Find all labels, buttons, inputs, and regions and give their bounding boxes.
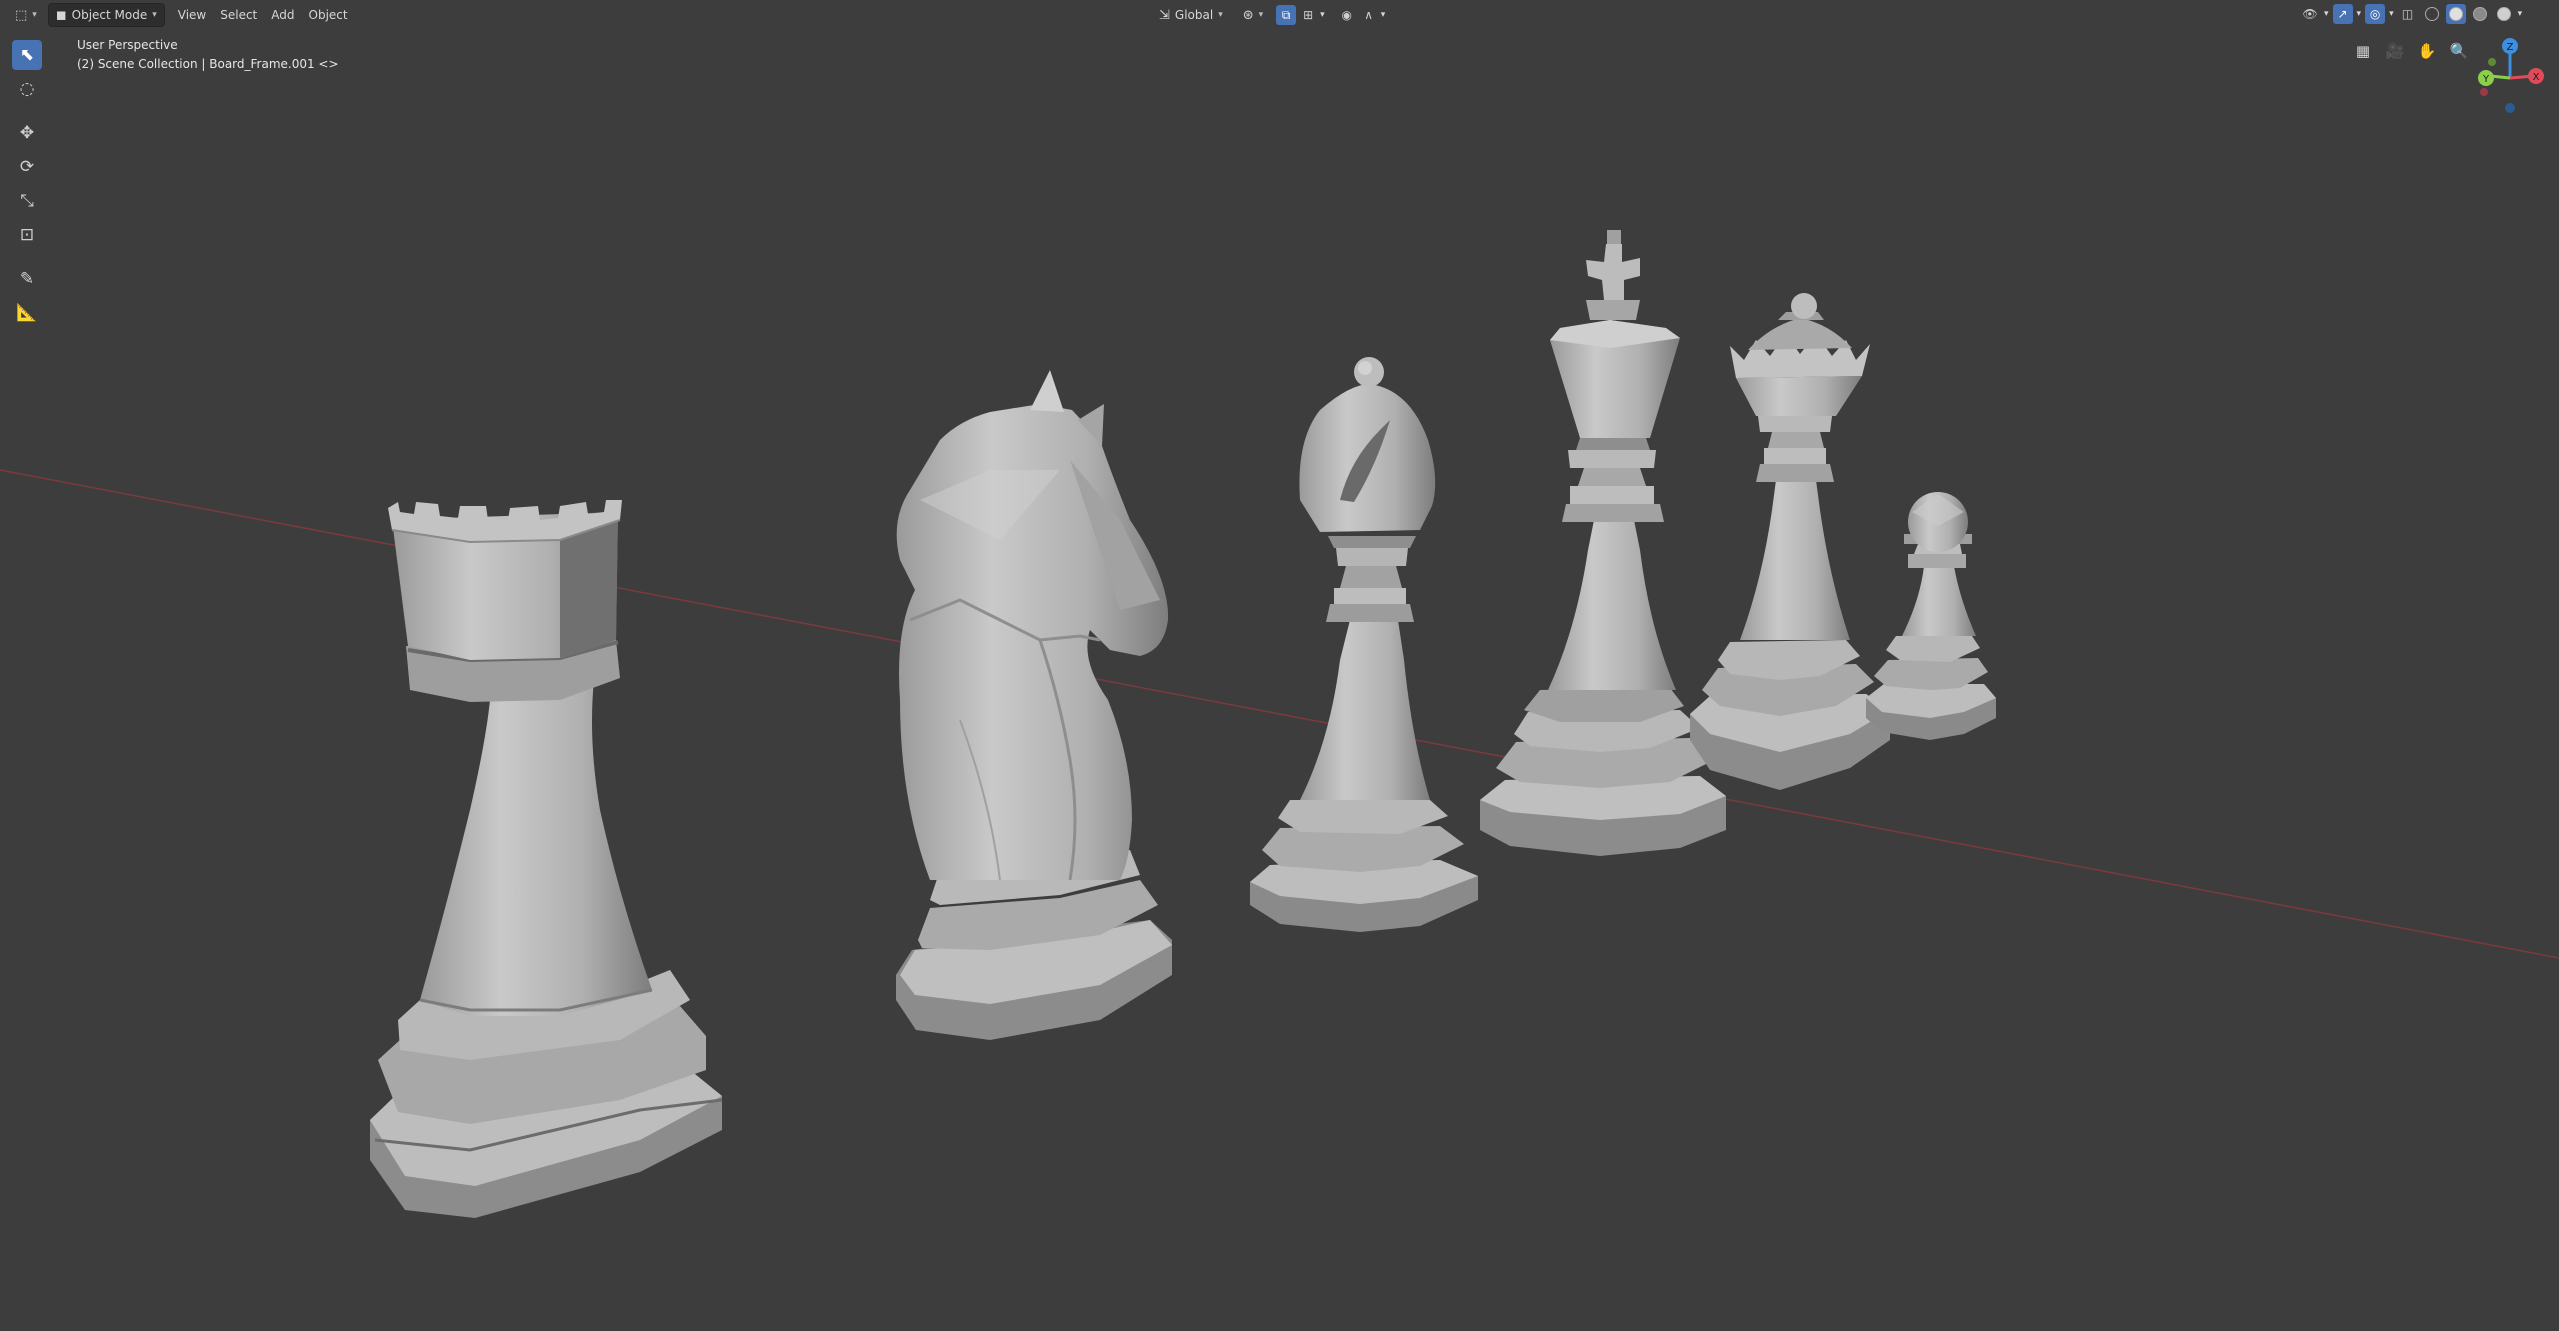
- z-axis-label: Z: [2507, 42, 2514, 53]
- x-axis-label: X: [2533, 72, 2540, 83]
- chevron-down-icon[interactable]: ▾: [1381, 10, 1386, 20]
- orientation-icon: ⇲: [1159, 7, 1170, 23]
- menu-view[interactable]: View: [171, 4, 213, 26]
- pivot-point-dropdown[interactable]: ⊛ ▾: [1236, 4, 1270, 26]
- bishop-piece[interactable]: [1250, 357, 1478, 932]
- chevron-down-icon[interactable]: ▾: [2518, 9, 2523, 19]
- shading-solid-icon[interactable]: [2445, 4, 2466, 24]
- hand-pan-icon[interactable]: ✋: [2414, 38, 2440, 64]
- queen-piece[interactable]: [1690, 293, 1890, 790]
- proportional-edit-group: ◉ ∧ ▾: [1337, 5, 1386, 25]
- move-icon[interactable]: ✥: [12, 118, 42, 148]
- snap-group: ⧉ ⊞ ▾: [1276, 5, 1325, 25]
- chevron-down-icon[interactable]: ▾: [1320, 10, 1325, 20]
- rook-piece[interactable]: [370, 500, 723, 1218]
- snap-target-icon[interactable]: ⊞: [1298, 5, 1318, 25]
- header-right-group: 👁 ▾ ↗ ▾ ◎ ▾ ◫ ▾: [2300, 4, 2522, 24]
- grid-view-icon[interactable]: ▦: [2350, 38, 2376, 64]
- select-box-icon[interactable]: ⬉: [12, 40, 42, 70]
- visibility-icon[interactable]: 👁: [2300, 4, 2320, 24]
- editor-type-button[interactable]: ⬚ ▾: [8, 4, 44, 26]
- navigation-gizmo[interactable]: Z Y X: [2462, 32, 2558, 122]
- measure-icon[interactable]: 📐: [12, 298, 42, 328]
- knight-piece[interactable]: [896, 370, 1172, 1040]
- neg-x-axis-handle[interactable]: [2480, 88, 2488, 96]
- chevron-down-icon[interactable]: ▾: [2324, 9, 2329, 19]
- menu-add[interactable]: Add: [264, 4, 301, 26]
- shading-rendered-icon[interactable]: [2494, 4, 2514, 24]
- object-mode-icon: ◼: [55, 7, 67, 23]
- gizmo-toggle-icon[interactable]: ↗: [2332, 4, 2353, 24]
- header-center-group: ⇲ Global ▾ ⊛ ▾ ⧉ ⊞ ▾ ◉ ∧ ▾: [1152, 4, 1385, 26]
- shading-wireframe-icon[interactable]: [2422, 4, 2442, 24]
- snap-toggle-icon[interactable]: ⧉: [1276, 5, 1297, 25]
- king-piece[interactable]: [1480, 230, 1726, 856]
- menu-select[interactable]: Select: [213, 4, 264, 26]
- menu-object[interactable]: Object: [302, 4, 355, 26]
- mode-label: Object Mode: [71, 8, 148, 22]
- annotate-icon[interactable]: ✎: [12, 264, 42, 294]
- proportional-edit-icon[interactable]: ◉: [1337, 5, 1357, 25]
- chevron-down-icon[interactable]: ▾: [2389, 9, 2394, 19]
- 3d-viewport[interactable]: ⬚ ▾ ◼ Object Mode ▾ View Select Add Obje…: [0, 0, 2559, 1331]
- neg-y-axis-handle[interactable]: [2488, 58, 2496, 66]
- scene-canvas[interactable]: [0, 0, 2559, 1331]
- transform-orientation-dropdown[interactable]: ⇲ Global ▾: [1152, 4, 1230, 26]
- pawn-piece[interactable]: [1866, 492, 1996, 740]
- transform-icon[interactable]: ⊡: [12, 220, 42, 250]
- cursor-icon[interactable]: ◌: [12, 74, 42, 104]
- chevron-down-icon: ▾: [1258, 10, 1264, 20]
- chevron-down-icon: ▾: [152, 10, 157, 20]
- y-axis-label: Y: [2482, 74, 2490, 85]
- chevron-down-icon: ▾: [1218, 10, 1223, 20]
- overlay-toggle-icon[interactable]: ◎: [2365, 4, 2386, 24]
- rotate-icon[interactable]: ⟳: [12, 152, 42, 182]
- xray-toggle-icon[interactable]: ◫: [2398, 4, 2418, 24]
- orientation-label: Global: [1174, 8, 1214, 22]
- pivot-icon: ⊛: [1242, 7, 1254, 23]
- tool-shelf: ⬉ ◌ ✥ ⟳ ⤡ ⊡ ✎ 📐: [12, 40, 42, 328]
- mode-dropdown[interactable]: ◼ Object Mode ▾: [47, 3, 165, 27]
- chevron-down-icon: ▾: [32, 10, 37, 20]
- scale-icon[interactable]: ⤡: [12, 186, 42, 216]
- camera-icon[interactable]: 🎥: [2382, 38, 2408, 64]
- navigation-buttons: ▦ 🎥 ✋ 🔍: [2350, 38, 2472, 64]
- 3d-viewport-icon: ⬚: [15, 7, 28, 23]
- neg-z-axis-handle[interactable]: [2505, 103, 2515, 113]
- viewport-info: User Perspective (2) Scene Collection | …: [77, 36, 339, 74]
- chevron-down-icon[interactable]: ▾: [2357, 9, 2362, 19]
- viewport-header: ⬚ ▾ ◼ Object Mode ▾ View Select Add Obje…: [0, 0, 2559, 30]
- shading-material-icon[interactable]: [2470, 4, 2490, 24]
- perspective-label: User Perspective: [77, 38, 178, 52]
- falloff-curve-icon[interactable]: ∧: [1359, 5, 1379, 25]
- collection-label: (2) Scene Collection | Board_Frame.001 <…: [77, 57, 339, 71]
